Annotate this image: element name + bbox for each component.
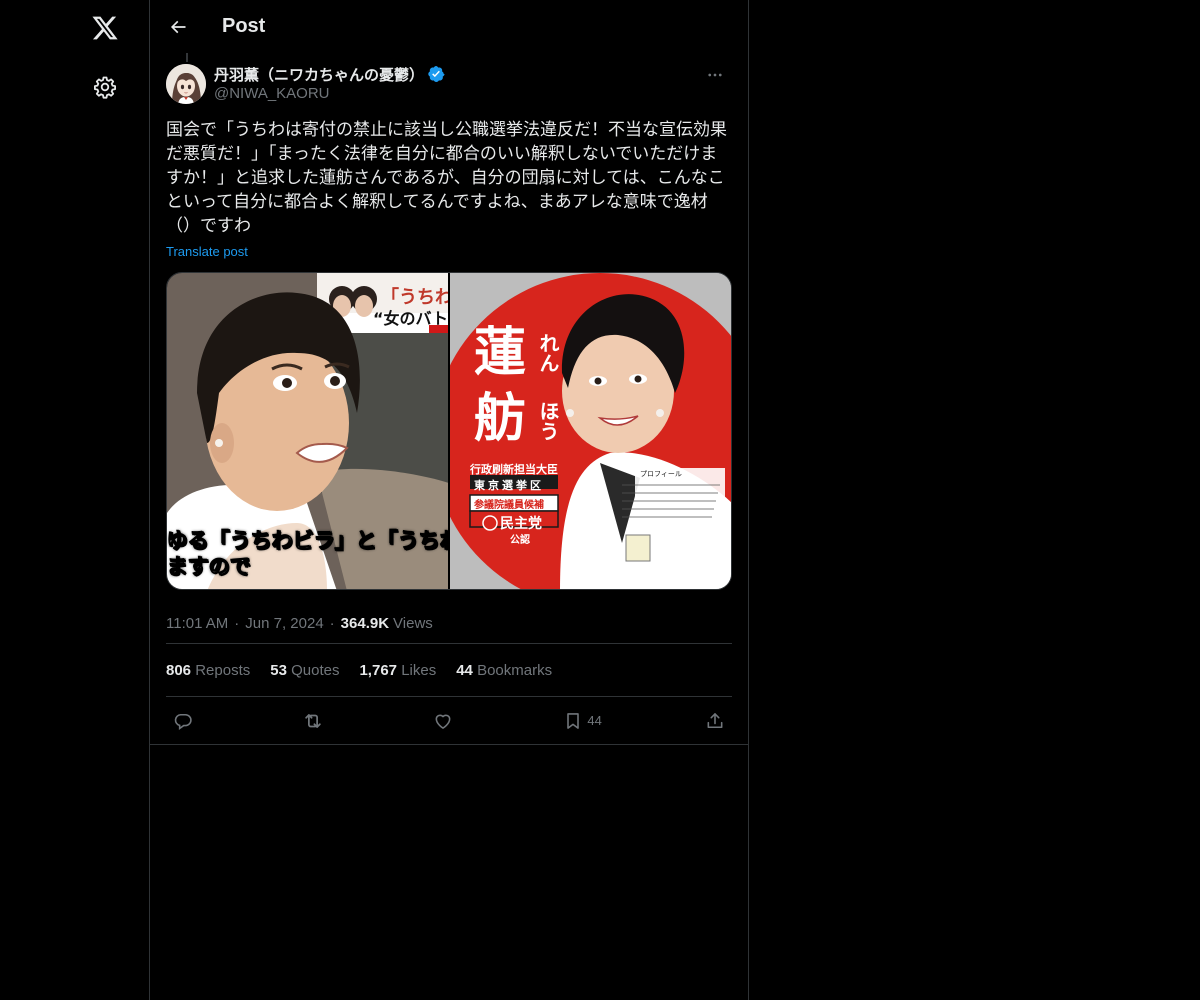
arrow-left-icon [170, 20, 186, 33]
reposts-stat[interactable]: 806 Reposts [166, 662, 250, 679]
uchiwa-name-kana-2: ほう [536, 401, 560, 441]
tweet-date[interactable]: Jun 7, 2024 [245, 615, 323, 632]
more-options-button[interactable] [698, 58, 732, 92]
media-image-right[interactable]: 蓮 れん 舫 ほう 行政刷新担当大臣 東京選挙区 参議院議員候補 民主党 公認 … [450, 273, 731, 589]
heart-icon [426, 704, 460, 738]
bookmark-button[interactable]: 44 [556, 704, 602, 738]
page-title: Post [222, 15, 266, 37]
x-logo-icon[interactable] [82, 5, 128, 51]
share-icon [698, 704, 732, 738]
back-button[interactable] [160, 9, 196, 45]
repost-button[interactable] [296, 704, 330, 738]
share-button[interactable] [698, 704, 732, 738]
tweet-time[interactable]: 11:01 AM [166, 615, 228, 632]
bookmarks-stat[interactable]: 44 Bookmarks [456, 662, 552, 679]
bookmark-icon [556, 704, 590, 738]
tweet-stats: 806 Reposts 53 Quotes 1,767 Likes 44 Boo… [166, 644, 732, 696]
author-handle[interactable]: @NIWA_KAORU [214, 85, 698, 102]
tweet-meta: 11:01 AM · Jun 7, 2024 · 364.9K Views [166, 614, 433, 632]
tweet: 丹羽薫（ニワカちゃんの憂鬱） @NIWA_KAORU 国会で「うちわは寄付の禁止… [166, 62, 732, 590]
reply-icon [166, 704, 200, 738]
like-button[interactable] [426, 704, 460, 738]
tv-subtitle-line1: ゆる「うちわビラ」と「うちわ [167, 529, 448, 554]
gear-icon[interactable] [82, 64, 128, 110]
uchiwa-role: 行政刷新担当大臣 [470, 463, 558, 476]
left-nav [0, 0, 150, 1000]
quotes-stat[interactable]: 53 Quotes [270, 662, 339, 679]
uchiwa-name-big-1: 蓮 [474, 323, 527, 383]
translate-post-link[interactable]: Translate post [166, 244, 248, 259]
tweet-media: 「うちわ “女のバト ゆる「うちわビラ」と「うちわ ますので 蓮 れん 舫 ほう… [166, 272, 732, 590]
more-dots-icon [708, 73, 722, 77]
tweet-actions: 44 [166, 697, 732, 744]
uchiwa-name-kana-1: れん [536, 333, 560, 373]
avatar[interactable] [166, 64, 206, 104]
primary-column: Post 丹羽薫（ニワカちゃんの憂鬱） @NIWA_KAORU 国会で「うちわは… [149, 0, 749, 1000]
uchiwa-party: 民主党 [500, 516, 542, 532]
thread-connector [186, 53, 188, 62]
media-image-left[interactable]: 「うちわ “女のバト ゆる「うちわビラ」と「うちわ ますので [167, 273, 448, 589]
uchiwa-profile: プロフィール [640, 470, 682, 478]
author-name[interactable]: 丹羽薫（ニワカちゃんの憂鬱） [214, 64, 424, 85]
likes-stat[interactable]: 1,767 Likes [359, 662, 436, 679]
views-count: 364.9K [340, 614, 390, 632]
uchiwa-endorse: 公認 [510, 535, 530, 546]
uchiwa-district: 東京選挙区 [474, 479, 544, 492]
tv-caption-sub: “女のバト [373, 309, 448, 328]
author-row: 丹羽薫（ニワカちゃんの憂鬱） @NIWA_KAORU [166, 62, 732, 106]
bookmark-count: 44 [587, 713, 602, 728]
divider [150, 744, 748, 745]
uchiwa-name-big-2: 舫 [474, 389, 527, 449]
reply-button[interactable] [166, 704, 200, 738]
tweet-text: 国会で「うちわは寄付の禁止に該当し公職選挙法違反だ！不当な宣伝効果だ悪質だ！」「… [166, 120, 727, 235]
tv-subtitle-line2: ますので [167, 555, 252, 580]
verified-badge-icon [427, 65, 445, 83]
post-header: Post [150, 0, 748, 53]
views-label: Views [393, 614, 433, 632]
author-info: 丹羽薫（ニワカちゃんの憂鬱） @NIWA_KAORU [214, 62, 698, 102]
uchiwa-candidate: 参議院議員候補 [474, 500, 544, 511]
repost-icon [296, 704, 330, 738]
